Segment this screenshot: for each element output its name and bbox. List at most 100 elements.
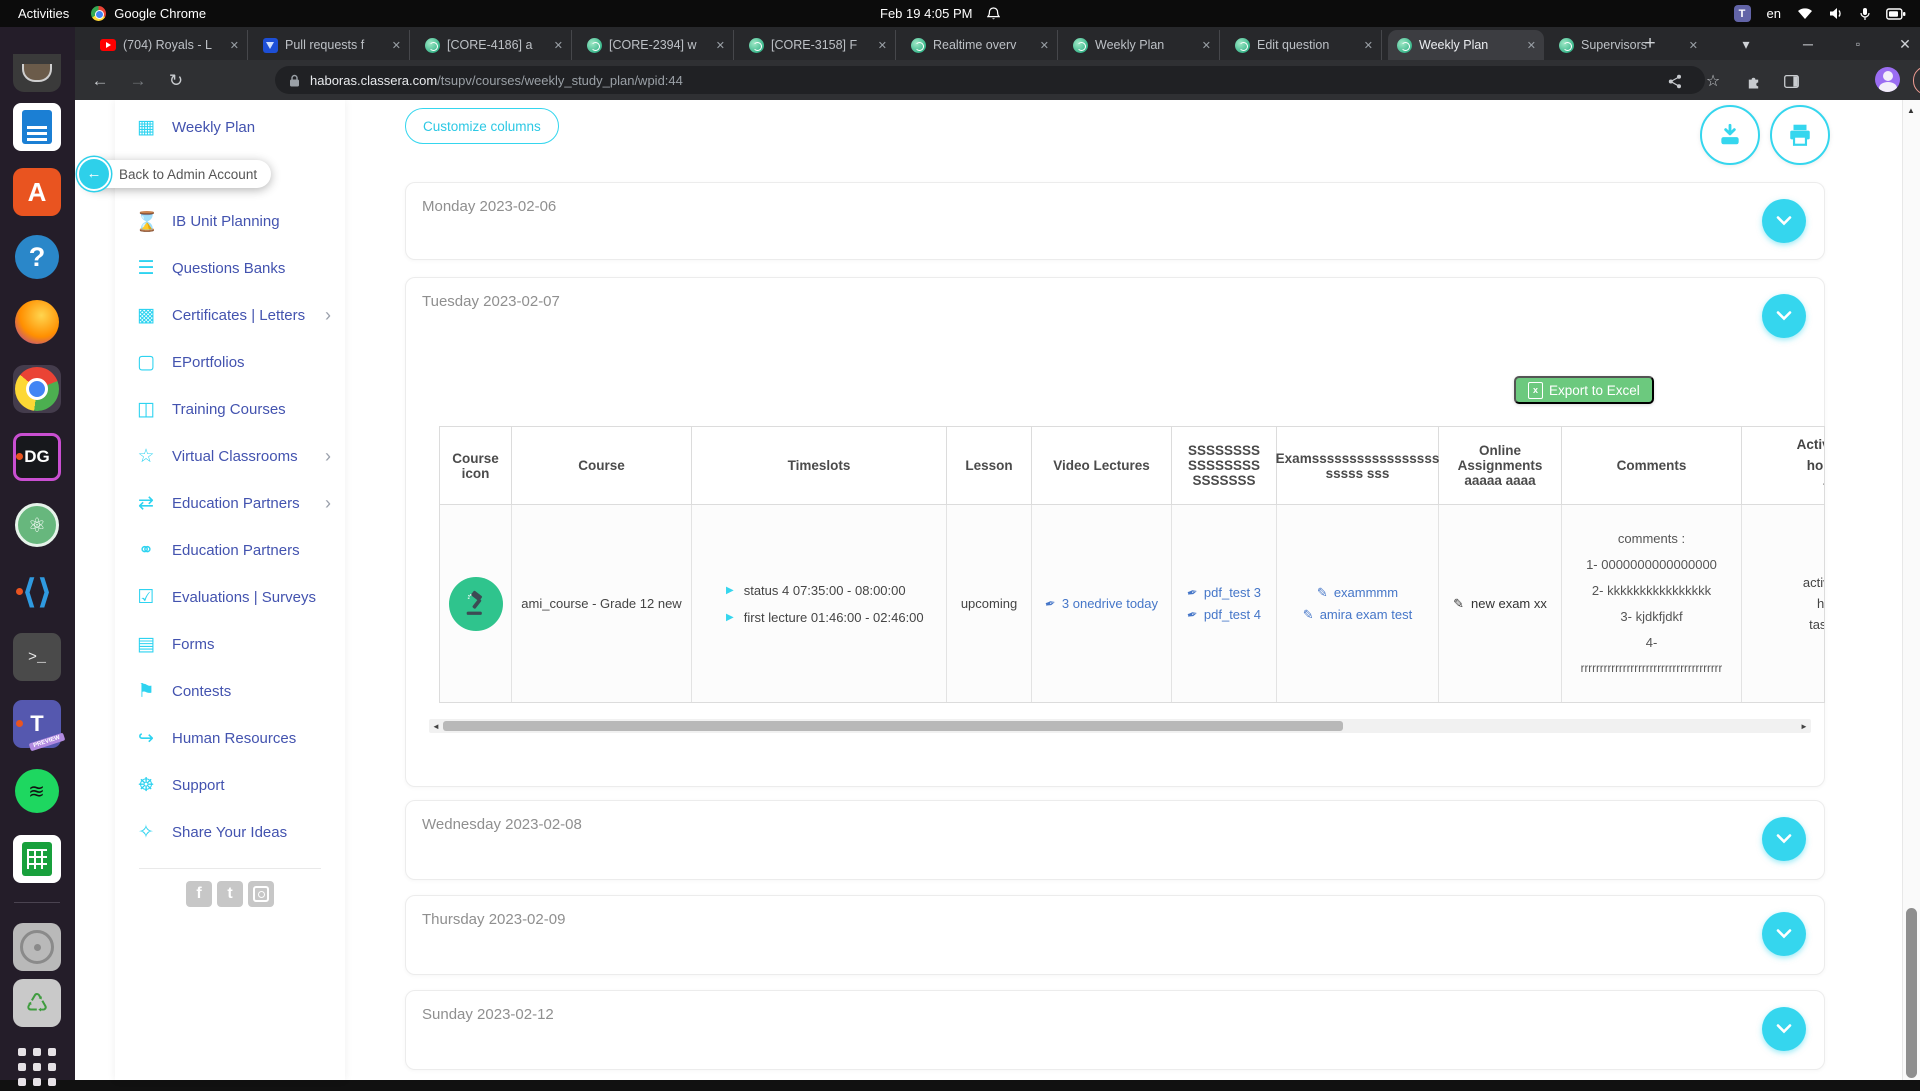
- app-icon-trash[interactable]: ♺: [13, 979, 61, 1027]
- browser-tab[interactable]: [CORE-4186] a✕: [416, 30, 572, 60]
- app-icon-ubuntu-software[interactable]: A: [13, 168, 61, 216]
- new-tab-button[interactable]: +: [1635, 30, 1665, 58]
- share-icon[interactable]: [1662, 68, 1688, 94]
- twitter-icon[interactable]: t: [217, 881, 243, 907]
- tab-close-icon[interactable]: ✕: [1689, 39, 1698, 52]
- clock[interactable]: Feb 19 4:05 PM: [880, 6, 973, 21]
- sidebar-item-education-partners-2[interactable]: ⚭Education Partners: [115, 527, 345, 574]
- exam-link[interactable]: ✎amira exam test: [1303, 604, 1412, 626]
- forward-button[interactable]: →: [125, 68, 151, 94]
- tab-close-icon[interactable]: ✕: [716, 39, 725, 52]
- bookmark-star-icon[interactable]: ☆: [1700, 68, 1726, 94]
- window-restore-button[interactable]: ▫: [1843, 30, 1873, 58]
- address-bar[interactable]: haboras.classera.com/tsupv/courses/weekl…: [275, 66, 1705, 94]
- app-icon-chrome[interactable]: [13, 365, 61, 413]
- keyboard-layout-indicator[interactable]: en: [1767, 6, 1781, 21]
- horizontal-scrollbar[interactable]: ◄ ►: [429, 719, 1811, 733]
- pdf-link[interactable]: ✒pdf_test 4: [1187, 604, 1261, 626]
- day-title: Monday 2023-02-06: [422, 198, 556, 215]
- video-lectures-link[interactable]: ✒3 onedrive today: [1045, 593, 1158, 615]
- download-button[interactable]: [1700, 105, 1760, 165]
- profile-avatar[interactable]: [1875, 67, 1900, 92]
- vertical-scroll-thumb[interactable]: [1906, 908, 1917, 1078]
- tab-close-icon[interactable]: ✕: [230, 39, 239, 52]
- activities-button[interactable]: Activities: [18, 6, 69, 21]
- browser-tab[interactable]: Realtime overv✕: [902, 30, 1058, 60]
- browser-tab[interactable]: Supervisors✕: [1550, 30, 1706, 60]
- app-icon-spotify[interactable]: ≋: [13, 767, 61, 815]
- sidebar-item-questions-banks[interactable]: ☰Questions Banks: [115, 245, 345, 292]
- back-to-admin-tooltip[interactable]: ← Back to Admin Account: [83, 160, 271, 188]
- tab-search-chevron[interactable]: ▾: [1731, 30, 1761, 58]
- exit-arrow-icon: ↪: [135, 727, 157, 750]
- browser-tab[interactable]: [CORE-3158] F✕: [740, 30, 896, 60]
- sidebar-item-eportfolios[interactable]: ▢EPortfolios: [115, 339, 345, 386]
- chrome-update-button[interactable]: Update⋮: [1913, 66, 1920, 95]
- window-minimize-button[interactable]: ─: [1793, 30, 1823, 58]
- scroll-up-arrow[interactable]: ▲: [1907, 106, 1915, 115]
- sidebar-item-contests[interactable]: ⚑Contests: [115, 668, 345, 715]
- app-icon-teams[interactable]: TPREVIEW: [13, 700, 61, 748]
- horizontal-scroll-thumb[interactable]: [443, 721, 1343, 731]
- tab-close-icon[interactable]: ✕: [1527, 39, 1536, 52]
- collapse-day-button[interactable]: [1762, 294, 1806, 338]
- export-to-excel-button[interactable]: x Export to Excel: [1514, 376, 1654, 404]
- sidebar-item-support[interactable]: ☸Support: [115, 762, 345, 809]
- app-icon-disks[interactable]: [13, 923, 61, 971]
- instagram-icon[interactable]: [248, 881, 274, 907]
- browser-tab[interactable]: (704) Royals - L✕: [92, 30, 248, 60]
- app-icon-camera[interactable]: [13, 54, 61, 92]
- browser-tab[interactable]: [CORE-2394] w✕: [578, 30, 734, 60]
- expand-day-button[interactable]: [1762, 817, 1806, 861]
- tab-close-icon[interactable]: ✕: [1202, 39, 1211, 52]
- reload-button[interactable]: ↻: [163, 68, 189, 94]
- app-icon-libreoffice-calc[interactable]: [13, 835, 61, 883]
- pdf-link[interactable]: ✒pdf_test 3: [1187, 582, 1261, 604]
- tab-close-icon[interactable]: ✕: [1364, 39, 1373, 52]
- sidebar-item-human-resources[interactable]: ↪Human Resources: [115, 715, 345, 762]
- sidebar-item-weekly-plan[interactable]: ▦Weekly Plan: [115, 104, 345, 151]
- browser-tab[interactable]: Pull requests f✕: [254, 30, 410, 60]
- back-button[interactable]: ←: [87, 68, 113, 94]
- app-icon-libreoffice-writer[interactable]: [13, 103, 61, 151]
- battery-icon[interactable]: [1886, 8, 1906, 20]
- print-button[interactable]: [1770, 105, 1830, 165]
- browser-tab[interactable]: Edit question✕: [1226, 30, 1382, 60]
- app-icon-atom[interactable]: ⚛: [13, 501, 61, 549]
- browser-tab[interactable]: Weekly Plan✕: [1064, 30, 1220, 60]
- window-close-button[interactable]: ✕: [1890, 30, 1920, 58]
- customize-columns-button[interactable]: Customize columns: [405, 108, 559, 144]
- browser-tab-active[interactable]: Weekly Plan✕: [1388, 30, 1544, 60]
- scroll-left-arrow[interactable]: ◄: [429, 722, 443, 731]
- vertical-scrollbar[interactable]: ▲: [1902, 100, 1920, 1080]
- tab-close-icon[interactable]: ✕: [878, 39, 887, 52]
- app-icon-firefox[interactable]: [13, 298, 61, 346]
- sidebar-item-training-courses[interactable]: ◫Training Courses: [115, 386, 345, 433]
- expand-day-button[interactable]: [1762, 199, 1806, 243]
- expand-day-button[interactable]: [1762, 1007, 1806, 1051]
- facebook-icon[interactable]: f: [186, 881, 212, 907]
- sidebar-item-ib-unit-planning[interactable]: ⌛IB Unit Planning: [115, 198, 345, 245]
- sidebar-item-share-your-ideas[interactable]: ✧Share Your Ideas: [115, 809, 345, 856]
- tab-close-icon[interactable]: ✕: [1040, 39, 1049, 52]
- teams-tray-icon[interactable]: T: [1734, 5, 1751, 22]
- tab-close-icon[interactable]: ✕: [554, 39, 563, 52]
- sidebar-item-education-partners[interactable]: ⇄Education Partners›: [115, 480, 345, 527]
- tab-close-icon[interactable]: ✕: [392, 39, 401, 52]
- focused-app-menu[interactable]: Google Chrome: [91, 6, 206, 21]
- side-panel-icon[interactable]: [1778, 68, 1804, 94]
- extensions-puzzle-icon[interactable]: [1740, 68, 1766, 94]
- app-icon-help[interactable]: ?: [13, 233, 61, 281]
- sidebar-item-evaluations-surveys[interactable]: ☑Evaluations | Surveys: [115, 574, 345, 621]
- expand-day-button[interactable]: [1762, 912, 1806, 956]
- app-icon-terminal[interactable]: >_: [13, 633, 61, 681]
- scroll-right-arrow[interactable]: ►: [1797, 722, 1811, 731]
- exam-link[interactable]: ✎exammmm: [1317, 582, 1398, 604]
- sidebar-item-forms[interactable]: ▤Forms: [115, 621, 345, 668]
- sidebar-item-virtual-classrooms[interactable]: ☆Virtual Classrooms›: [115, 433, 345, 480]
- app-icon-datagrip[interactable]: DG: [13, 433, 61, 481]
- star-icon: ☆: [135, 445, 157, 468]
- sidebar-item-certificates-letters[interactable]: ▩Certificates | Letters›: [115, 292, 345, 339]
- app-icon-vscode[interactable]: ⟨⟩: [13, 568, 61, 616]
- app-icon-show-applications[interactable]: [13, 1043, 61, 1091]
